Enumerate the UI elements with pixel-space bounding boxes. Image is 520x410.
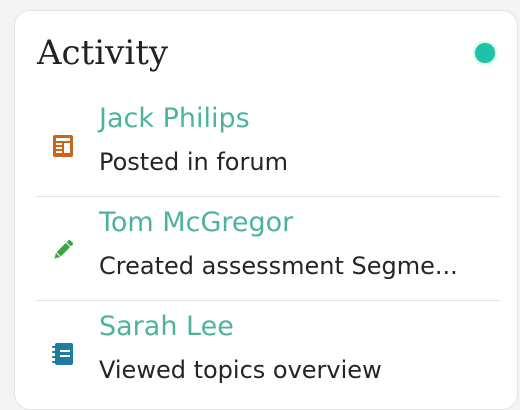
activity-description: Posted in forum [99, 148, 288, 176]
activity-description: Created assessment Segme... [99, 252, 458, 280]
list-item[interactable]: Sarah Lee Viewed topics overview [35, 301, 501, 405]
status-indicator-dot [475, 43, 495, 63]
activity-user-name[interactable]: Jack Philips [99, 101, 250, 137]
pencil-icon [51, 237, 75, 263]
list-item[interactable]: Jack Philips Posted in forum [35, 93, 501, 197]
activity-description: Viewed topics overview [99, 356, 382, 384]
card-title: Activity [37, 33, 169, 73]
activity-user-name[interactable]: Tom McGregor [99, 205, 293, 241]
list-item[interactable]: Tom McGregor Created assessment Segme... [35, 197, 501, 301]
activity-card: Activity Jack Philips Posted in forum To… [14, 10, 518, 410]
activity-user-name[interactable]: Sarah Lee [99, 309, 234, 345]
forum-post-icon [51, 133, 75, 159]
notebook-icon [51, 341, 75, 367]
activity-list: Jack Philips Posted in forum Tom McGrego… [35, 93, 501, 405]
card-header: Activity [37, 29, 495, 79]
